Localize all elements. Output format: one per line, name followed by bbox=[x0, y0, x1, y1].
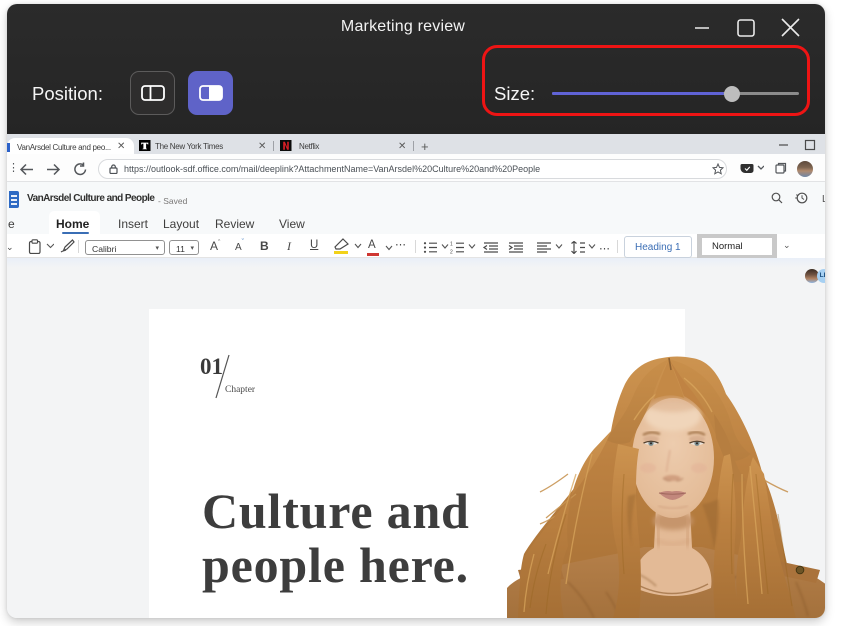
svg-text:2: 2 bbox=[450, 249, 453, 254]
svg-text:⋯: ⋯ bbox=[599, 243, 611, 254]
svg-text:1: 1 bbox=[450, 241, 453, 247]
